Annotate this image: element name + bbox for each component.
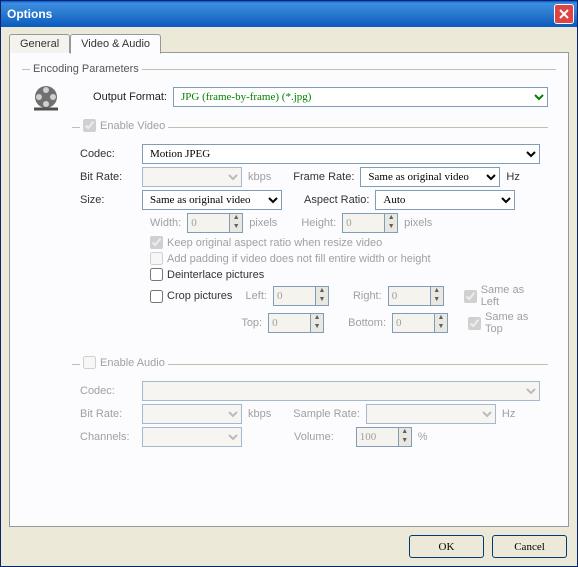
audio-bitrate-select	[142, 404, 242, 424]
audio-bitrate-label: Bit Rate:	[80, 408, 136, 420]
volume-label: Volume:	[294, 431, 334, 443]
client-area: General Video & Audio Encoding Parameter…	[1, 27, 577, 566]
size-label: Size:	[80, 194, 136, 206]
height-spinner: ▲▼	[342, 213, 398, 233]
add-padding-checkbox	[150, 252, 163, 265]
width-label: Width:	[150, 217, 181, 229]
tab-general[interactable]: General	[9, 34, 70, 53]
crop-top-spinner: ▲▼	[268, 313, 324, 333]
crop-bottom-label: Bottom:	[348, 317, 386, 329]
titlebar: Options	[1, 1, 577, 27]
crop-checkbox[interactable]	[150, 290, 163, 303]
audio-legend: Enable Audio	[80, 356, 168, 372]
framerate-select[interactable]: Same as original video	[360, 167, 500, 187]
samplerate-label: Sample Rate:	[293, 408, 360, 420]
encoding-legend: Encoding Parameters	[30, 63, 142, 75]
window-title: Options	[7, 7, 52, 21]
same-left-checkbox	[464, 290, 477, 303]
tab-video-audio[interactable]: Video & Audio	[70, 34, 161, 54]
output-format-select[interactable]: JPG (frame-by-frame) (*.jpg)	[173, 87, 548, 107]
video-legend: Enable Video	[80, 119, 168, 135]
cancel-button[interactable]: Cancel	[492, 535, 567, 558]
ok-button[interactable]: OK	[409, 535, 484, 558]
bitrate-label: Bit Rate:	[80, 171, 136, 183]
film-icon	[30, 83, 66, 118]
crop-top-label: Top:	[241, 317, 262, 329]
output-format-label: Output Format:	[72, 91, 167, 103]
aspect-label: Aspect Ratio:	[304, 194, 369, 206]
crop-bottom-spinner: ▲▼	[392, 313, 448, 333]
video-fieldset: Enable Video Codec: Motion JPEG Bit R	[72, 119, 548, 348]
audio-codec-label: Codec:	[80, 385, 136, 397]
aspect-select[interactable]: Auto	[375, 190, 515, 210]
crop-left-label: Left:	[246, 290, 267, 302]
crop-right-label: Right:	[353, 290, 382, 302]
enable-audio-checkbox	[83, 356, 96, 369]
channels-label: Channels:	[80, 431, 136, 443]
video-codec-select[interactable]: Motion JPEG	[142, 144, 540, 164]
crop-right-spinner: ▲▼	[388, 286, 444, 306]
size-select[interactable]: Same as original video	[142, 190, 282, 210]
samplerate-select	[366, 404, 496, 424]
close-icon	[559, 9, 569, 19]
deinterlace-checkbox[interactable]	[150, 268, 163, 281]
crop-left-spinner: ▲▼	[273, 286, 329, 306]
audio-fieldset: Enable Audio Codec: Bit Rate: kbps	[72, 356, 548, 460]
same-top-checkbox	[468, 317, 481, 330]
enable-video-checkbox	[83, 119, 96, 132]
codec-label: Codec:	[80, 148, 136, 160]
volume-spinner: ▲▼	[356, 427, 412, 447]
tab-panel: Encoding Parameters	[9, 52, 569, 527]
encoding-fieldset: Encoding Parameters	[22, 63, 556, 474]
width-spinner: ▲▼	[187, 213, 243, 233]
tab-bar: General Video & Audio	[9, 34, 569, 53]
video-bitrate-select	[142, 167, 242, 187]
framerate-label: Frame Rate:	[293, 171, 354, 183]
dialog-buttons: OK Cancel	[9, 527, 569, 558]
options-dialog: { "window": { "title": "Options" }, "tab…	[0, 0, 578, 567]
channels-select	[142, 427, 242, 447]
keep-aspect-checkbox	[150, 236, 163, 249]
close-button[interactable]	[554, 4, 574, 24]
height-label: Height:	[301, 217, 336, 229]
audio-codec-select	[142, 381, 540, 401]
